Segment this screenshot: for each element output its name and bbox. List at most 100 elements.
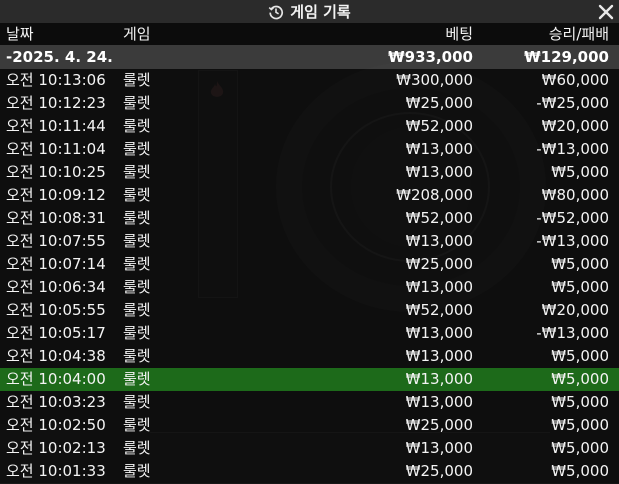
- row-bet: ₩13,000: [405, 347, 473, 365]
- page-title: 게임 기록: [290, 3, 351, 21]
- table-row[interactable]: 오전 10:08:31 룰렛 ₩52,000 -₩52,000: [0, 207, 619, 230]
- row-result: ₩5,000: [551, 416, 609, 434]
- row-time: 오전 10:07:55: [6, 232, 106, 250]
- summary-date: -2025. 4. 24.: [6, 48, 113, 66]
- row-result: -₩13,000: [536, 140, 609, 158]
- table-row[interactable]: 오전 10:11:44 룰렛 ₩52,000 ₩20,000: [0, 115, 619, 138]
- row-game: 룰렛: [123, 117, 151, 135]
- row-result: ₩5,000: [551, 347, 609, 365]
- row-time: 오전 10:11:44: [6, 117, 106, 135]
- row-bet: ₩25,000: [405, 255, 473, 273]
- row-time: 오전 10:11:04: [6, 140, 106, 158]
- summary-result-total: ₩129,000: [524, 48, 609, 66]
- row-result: ₩5,000: [551, 255, 609, 273]
- table-row[interactable]: 오전 10:11:04 룰렛 ₩13,000 -₩13,000: [0, 138, 619, 161]
- table-row[interactable]: 오전 10:05:55 룰렛 ₩52,000 ₩20,000: [0, 299, 619, 322]
- row-bet: ₩13,000: [405, 393, 473, 411]
- row-time: 오전 10:09:12: [6, 186, 106, 204]
- table-row[interactable]: 오전 10:02:50 룰렛 ₩25,000 ₩5,000: [0, 414, 619, 437]
- title-group: 게임 기록: [268, 1, 351, 22]
- date-summary-row[interactable]: -2025. 4. 24. ₩933,000 ₩129,000: [0, 45, 619, 69]
- row-bet: ₩13,000: [405, 324, 473, 342]
- row-result: -₩52,000: [536, 209, 609, 227]
- row-time: 오전 10:04:00: [6, 370, 106, 388]
- row-result: ₩5,000: [551, 278, 609, 296]
- row-result: ₩20,000: [541, 117, 609, 135]
- row-result: ₩5,000: [551, 163, 609, 181]
- row-game: 룰렛: [123, 186, 151, 204]
- row-result: -₩13,000: [536, 324, 609, 342]
- row-time: 오전 10:03:23: [6, 393, 106, 411]
- table-row[interactable]: 오전 10:10:25 룰렛 ₩13,000 ₩5,000: [0, 161, 619, 184]
- close-button[interactable]: [595, 0, 617, 23]
- row-result: ₩5,000: [551, 439, 609, 457]
- table-row[interactable]: 오전 10:02:13 룰렛 ₩13,000 ₩5,000: [0, 437, 619, 460]
- row-bet: ₩25,000: [405, 416, 473, 434]
- row-time: 오전 10:05:17: [6, 324, 106, 342]
- row-time: 오전 10:12:23: [6, 94, 106, 112]
- table-row[interactable]: 오전 10:04:00 룰렛 ₩13,000 ₩5,000: [0, 368, 619, 391]
- row-game: 룰렛: [123, 324, 151, 342]
- row-game: 룰렛: [123, 301, 151, 319]
- table-row[interactable]: 오전 10:04:38 룰렛 ₩13,000 ₩5,000: [0, 345, 619, 368]
- row-result: ₩80,000: [541, 186, 609, 204]
- summary-bet-total: ₩933,000: [388, 48, 473, 66]
- column-header-result: 승리/패배: [548, 25, 609, 43]
- column-header-bet: 베팅: [445, 25, 473, 43]
- row-game: 룰렛: [123, 232, 151, 250]
- row-game: 룰렛: [123, 255, 151, 273]
- row-result: ₩20,000: [541, 301, 609, 319]
- row-game: 룰렛: [123, 370, 151, 388]
- table-row[interactable]: 오전 10:07:14 룰렛 ₩25,000 ₩5,000: [0, 253, 619, 276]
- row-time: 오전 10:02:50: [6, 416, 106, 434]
- row-game: 룰렛: [123, 347, 151, 365]
- row-bet: ₩13,000: [405, 232, 473, 250]
- row-game: 룰렛: [123, 94, 151, 112]
- table-row[interactable]: 오전 10:03:23 룰렛 ₩13,000 ₩5,000: [0, 391, 619, 414]
- row-time: 오전 10:04:38: [6, 347, 106, 365]
- table-row[interactable]: 오전 10:13:06 룰렛 ₩300,000 ₩60,000: [0, 69, 619, 92]
- row-bet: ₩13,000: [405, 163, 473, 181]
- row-bet: ₩25,000: [405, 94, 473, 112]
- row-game: 룰렛: [123, 462, 151, 480]
- row-bet: ₩52,000: [405, 301, 473, 319]
- row-result: ₩5,000: [551, 370, 609, 388]
- row-time: 오전 10:05:55: [6, 301, 106, 319]
- row-bet: ₩13,000: [405, 370, 473, 388]
- table-row[interactable]: 오전 10:09:12 룰렛 ₩208,000 ₩80,000: [0, 184, 619, 207]
- row-result: ₩60,000: [541, 71, 609, 89]
- table-row[interactable]: 오전 10:07:55 룰렛 ₩13,000 -₩13,000: [0, 230, 619, 253]
- row-time: 오전 10:06:34: [6, 278, 106, 296]
- row-game: 룰렛: [123, 163, 151, 181]
- column-header-date: 날짜: [6, 25, 34, 43]
- row-bet: ₩13,000: [405, 140, 473, 158]
- close-icon: [598, 4, 614, 19]
- row-result: ₩5,000: [551, 393, 609, 411]
- row-game: 룰렛: [123, 278, 151, 296]
- row-time: 오전 10:02:13: [6, 439, 106, 457]
- column-header-game: 게임: [123, 25, 151, 43]
- row-bet: ₩25,000: [405, 462, 473, 480]
- row-bet: ₩52,000: [405, 209, 473, 227]
- row-result: -₩13,000: [536, 232, 609, 250]
- row-game: 룰렛: [123, 416, 151, 434]
- row-game: 룰렛: [123, 140, 151, 158]
- row-result: ₩5,000: [551, 462, 609, 480]
- row-bet: ₩13,000: [405, 278, 473, 296]
- row-time: 오전 10:10:25: [6, 163, 106, 181]
- table-row[interactable]: 오전 10:12:23 룰렛 ₩25,000 -₩25,000: [0, 92, 619, 115]
- table-row[interactable]: 오전 10:01:33 룰렛 ₩25,000 ₩5,000: [0, 460, 619, 483]
- row-result: -₩25,000: [536, 94, 609, 112]
- row-bet: ₩52,000: [405, 117, 473, 135]
- history-list: 오전 10:13:06 룰렛 ₩300,000 ₩60,000 오전 10:12:23 룰…: [0, 69, 619, 483]
- history-title-bar: 게임 기록: [0, 0, 619, 23]
- row-game: 룰렛: [123, 393, 151, 411]
- row-game: 룰렛: [123, 71, 151, 89]
- row-game: 룰렛: [123, 439, 151, 457]
- row-time: 오전 10:13:06: [6, 71, 106, 89]
- row-bet: ₩13,000: [405, 439, 473, 457]
- row-bet: ₩300,000: [396, 71, 473, 89]
- table-row[interactable]: 오전 10:05:17 룰렛 ₩13,000 -₩13,000: [0, 322, 619, 345]
- table-row[interactable]: 오전 10:06:34 룰렛 ₩13,000 ₩5,000: [0, 276, 619, 299]
- row-bet: ₩208,000: [396, 186, 473, 204]
